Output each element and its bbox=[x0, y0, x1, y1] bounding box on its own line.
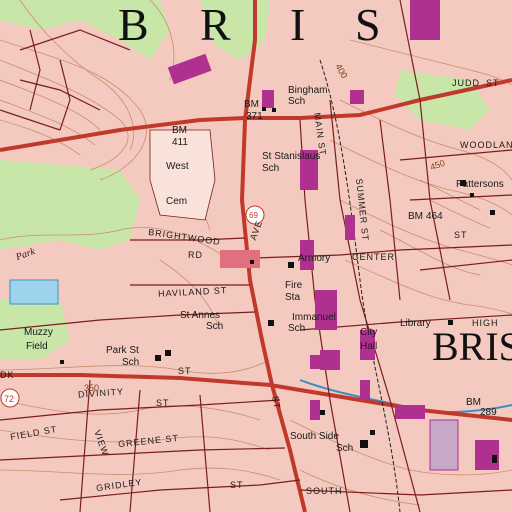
label-bm-411: BM bbox=[172, 125, 187, 136]
label-dk: DK bbox=[0, 370, 15, 380]
label-route-69: 69 bbox=[249, 211, 258, 220]
label-st-gridley: ST bbox=[230, 480, 244, 490]
label-bm-464: BM bbox=[408, 211, 423, 222]
label-field: Field bbox=[26, 341, 48, 352]
label-st-park: ST bbox=[178, 366, 192, 376]
label-judd: JUDD bbox=[452, 78, 480, 88]
label-south-side: South Side bbox=[290, 431, 339, 442]
label-elev-289: 289 bbox=[480, 407, 497, 418]
label-fire: Fire bbox=[285, 280, 303, 291]
region-letter-s: S bbox=[355, 0, 381, 50]
label-bingham: Bingham bbox=[288, 85, 328, 96]
label-city: City bbox=[360, 327, 378, 338]
label-armory: Armory bbox=[298, 253, 331, 264]
label-rd: RD bbox=[188, 250, 203, 260]
label-sch1: Sch bbox=[288, 96, 306, 107]
label-st-divinity: ST bbox=[156, 398, 170, 408]
label-hall: Hall bbox=[360, 341, 378, 352]
label-center: CENTER bbox=[352, 252, 396, 262]
label-st-right: ST bbox=[454, 230, 468, 240]
label-sch6: Sch bbox=[336, 443, 354, 454]
label-sch3: Sch bbox=[206, 321, 224, 332]
topographic-map[interactable]: B R I S BRIST Bingham Sch BM 371 BM 411 … bbox=[0, 0, 512, 512]
label-st-judd: ST bbox=[486, 78, 500, 88]
region-letter-i: I bbox=[290, 0, 306, 50]
label-high: HIGH bbox=[472, 318, 499, 328]
region-letter-r: R bbox=[200, 0, 231, 50]
label-contour-350: 350 bbox=[84, 383, 100, 393]
label-west: West bbox=[166, 161, 189, 172]
town-label: BRIST bbox=[432, 324, 512, 369]
label-sch2: Sch bbox=[262, 163, 280, 174]
map-graphics bbox=[0, 0, 512, 512]
label-elev-371: 371 bbox=[246, 111, 263, 122]
label-south: SOUTH bbox=[306, 486, 343, 496]
label-elev-411: 411 bbox=[172, 137, 188, 148]
label-immanuel: Immanuel bbox=[292, 312, 336, 323]
label-cem: Cem bbox=[166, 196, 188, 207]
region-letter-b: B bbox=[118, 0, 149, 50]
label-sch4: Sch bbox=[288, 323, 306, 334]
label-route-72: 72 bbox=[4, 394, 15, 404]
label-sta: Sta bbox=[285, 292, 301, 303]
label-pattersons: Pattersons bbox=[456, 179, 504, 190]
label-bm-289: BM bbox=[466, 397, 481, 408]
label-st-annes: St Annes bbox=[180, 310, 221, 321]
label-sch5: Sch bbox=[122, 357, 140, 368]
label-woodland: WOODLAND bbox=[460, 140, 512, 150]
label-park-st: Park St bbox=[106, 345, 139, 356]
label-muzzy: Muzzy bbox=[24, 327, 53, 338]
label-st-stanislaus: St Stanislaus bbox=[262, 151, 321, 162]
pond bbox=[9, 279, 59, 305]
label-bm-371: BM bbox=[244, 99, 259, 110]
label-library: Library bbox=[400, 318, 431, 329]
label-st-main-south: ST bbox=[270, 395, 283, 411]
label-elev-464: 464 bbox=[426, 211, 443, 222]
